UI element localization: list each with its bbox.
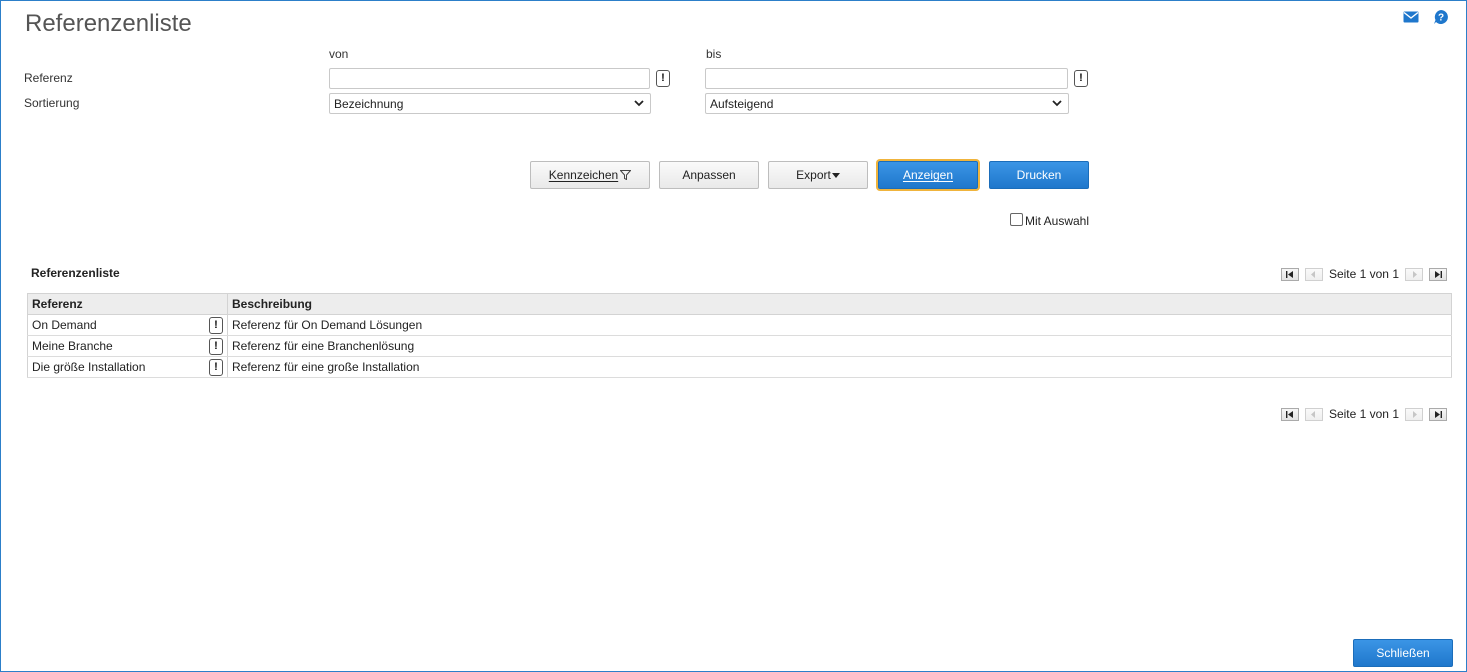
mail-icon[interactable] (1402, 9, 1420, 25)
cell-beschreibung: Referenz für eine große Installation (227, 356, 1452, 378)
help-icon[interactable]: ? (1432, 9, 1450, 25)
drucken-button[interactable]: Drucken (989, 161, 1089, 189)
column-header-referenz[interactable]: Referenz (27, 293, 228, 315)
sortierung-label: Sortierung (24, 96, 80, 110)
first-page-icon[interactable] (1280, 407, 1299, 421)
table-row[interactable]: Die größe Installation! Referenz für ein… (27, 356, 1452, 378)
col-head-from: von (329, 47, 349, 61)
referenz-to-input[interactable] (705, 68, 1068, 89)
sort-field-value: Bezeichnung (334, 96, 404, 111)
sort-order-value: Aufsteigend (710, 96, 774, 111)
chevron-down-icon (1052, 100, 1062, 107)
cell-referenz: On Demand (32, 318, 97, 332)
next-page-icon[interactable] (1405, 267, 1423, 281)
column-header-beschreibung[interactable]: Beschreibung (227, 293, 1452, 315)
referenz-label: Referenz (24, 71, 73, 85)
last-page-icon[interactable] (1429, 407, 1447, 421)
first-page-icon[interactable] (1280, 267, 1299, 281)
exclamation-icon[interactable]: ! (209, 316, 223, 334)
exclamation-icon[interactable]: ! (209, 337, 223, 355)
drucken-label: Drucken (1016, 168, 1062, 182)
exclamation-icon[interactable]: ! (209, 358, 223, 376)
mit-auswahl-label: Mit Auswahl (1025, 214, 1090, 228)
anpassen-button[interactable]: Anpassen (659, 161, 759, 189)
mit-auswahl-checkbox[interactable] (1010, 212, 1023, 226)
caret-down-icon (831, 172, 840, 178)
pager-text: Seite 1 von 1 (1328, 267, 1399, 281)
mit-auswahl-option[interactable]: Mit Auswahl (1010, 212, 1090, 228)
exclamation-icon[interactable]: ! (656, 70, 670, 87)
anpassen-label: Anpassen (682, 168, 736, 182)
col-head-to: bis (706, 47, 722, 61)
next-page-icon[interactable] (1405, 407, 1423, 421)
list-title: Referenzenliste (31, 266, 120, 280)
export-button[interactable]: Export (768, 161, 868, 189)
cell-beschreibung: Referenz für On Demand Lösungen (227, 314, 1452, 336)
table-row[interactable]: On Demand! Referenz für On Demand Lösung… (27, 314, 1452, 336)
window: Referenzenliste ? von bis Referenz ! ! S… (0, 0, 1467, 672)
close-label: Schließen (1376, 646, 1430, 660)
kennzeichen-label: Kennzeichen (548, 168, 619, 182)
table-row[interactable]: Meine Branche! Referenz für eine Branche… (27, 335, 1452, 357)
page-title: Referenzenliste (25, 10, 192, 37)
sort-order-select[interactable]: Aufsteigend (705, 93, 1069, 114)
referenz-from-input[interactable] (329, 68, 650, 89)
anzeigen-label: Anzeigen (902, 168, 954, 182)
pager-top: Seite 1 von 1 (1280, 267, 1447, 281)
kennzeichen-button[interactable]: Kennzeichen (530, 161, 650, 189)
close-button[interactable]: Schließen (1353, 639, 1453, 667)
sort-field-select[interactable]: Bezeichnung (329, 93, 651, 114)
svg-text:?: ? (1438, 13, 1444, 24)
anzeigen-button[interactable]: Anzeigen (878, 161, 978, 189)
export-label: Export (796, 168, 831, 182)
prev-page-icon[interactable] (1304, 407, 1323, 421)
referenz-table: Referenz Beschreibung On Demand! Referen… (27, 293, 1452, 378)
top-icons: ? (1402, 9, 1450, 25)
chevron-down-icon (634, 100, 644, 107)
table-header-row: Referenz Beschreibung (27, 293, 1452, 315)
pager-text: Seite 1 von 1 (1328, 407, 1399, 421)
last-page-icon[interactable] (1429, 267, 1447, 281)
cell-referenz: Meine Branche (32, 339, 113, 353)
cell-beschreibung: Referenz für eine Branchenlösung (227, 335, 1452, 357)
exclamation-icon[interactable]: ! (1074, 70, 1088, 87)
cell-referenz: Die größe Installation (32, 360, 146, 374)
filter-icon (620, 170, 632, 180)
pager-bottom: Seite 1 von 1 (1280, 407, 1447, 421)
prev-page-icon[interactable] (1304, 267, 1323, 281)
